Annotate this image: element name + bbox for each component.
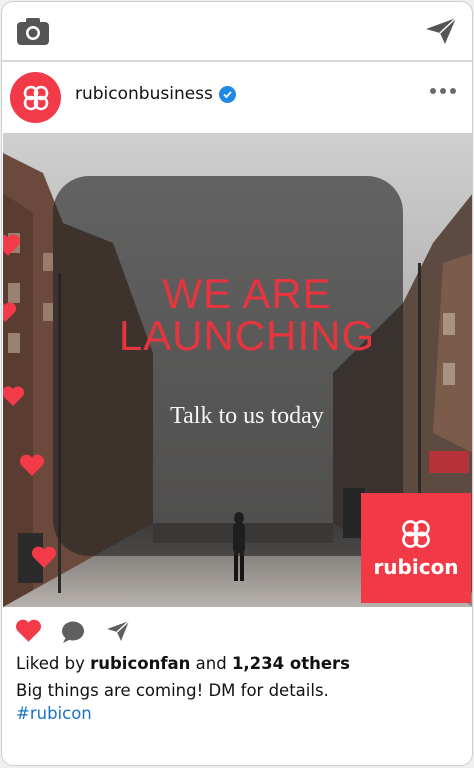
caption: Big things are coming! DM for details. — [16, 681, 329, 700]
username-text: rubiconbusiness — [75, 84, 213, 104]
rubicon-logo-icon — [23, 85, 48, 110]
rubicon-logo-icon — [402, 520, 430, 548]
subtitle: Talk to us today — [170, 403, 324, 429]
brand-name: rubicon — [373, 555, 459, 579]
post-card: rubiconbusiness WE ARE LAUNCHING Talk to… — [1, 1, 473, 766]
hashtag-link[interactable]: #rubicon — [16, 704, 92, 723]
headline-line-2: LAUNCHING — [118, 312, 376, 359]
top-bar — [2, 2, 472, 62]
liked-user-link[interactable]: rubiconfan — [90, 654, 190, 673]
headline: WE ARE LAUNCHING — [57, 273, 437, 357]
text-overlay-panel — [53, 176, 403, 556]
camera-icon[interactable] — [16, 16, 50, 46]
like-heart-icon[interactable] — [15, 618, 42, 643]
post-image[interactable]: WE ARE LAUNCHING Talk to us today rubico… — [3, 133, 472, 607]
floating-heart-icon — [3, 234, 21, 256]
more-options-icon[interactable] — [430, 86, 456, 96]
liked-and: and — [190, 654, 232, 673]
liked-count-link[interactable]: 1,234 others — [232, 654, 350, 673]
comment-bubble-icon[interactable] — [60, 620, 86, 644]
profile-row: rubiconbusiness — [2, 62, 472, 132]
share-plane-icon[interactable] — [105, 619, 131, 643]
brand-logo-box: rubicon — [361, 493, 471, 603]
headline-line-1: WE ARE — [162, 270, 332, 317]
liked-by-text: Liked by rubiconfan and 1,234 others — [16, 654, 350, 673]
username-link[interactable]: rubiconbusiness — [75, 84, 236, 104]
action-bar — [2, 614, 472, 648]
verified-badge-icon — [218, 85, 236, 103]
floating-heart-icon — [31, 546, 57, 568]
floating-heart-icon — [3, 386, 25, 406]
floating-heart-icon — [19, 454, 45, 476]
floating-heart-icon — [3, 302, 17, 322]
paper-plane-icon[interactable] — [424, 16, 458, 46]
avatar[interactable] — [10, 72, 61, 123]
liked-prefix: Liked by — [16, 654, 91, 673]
